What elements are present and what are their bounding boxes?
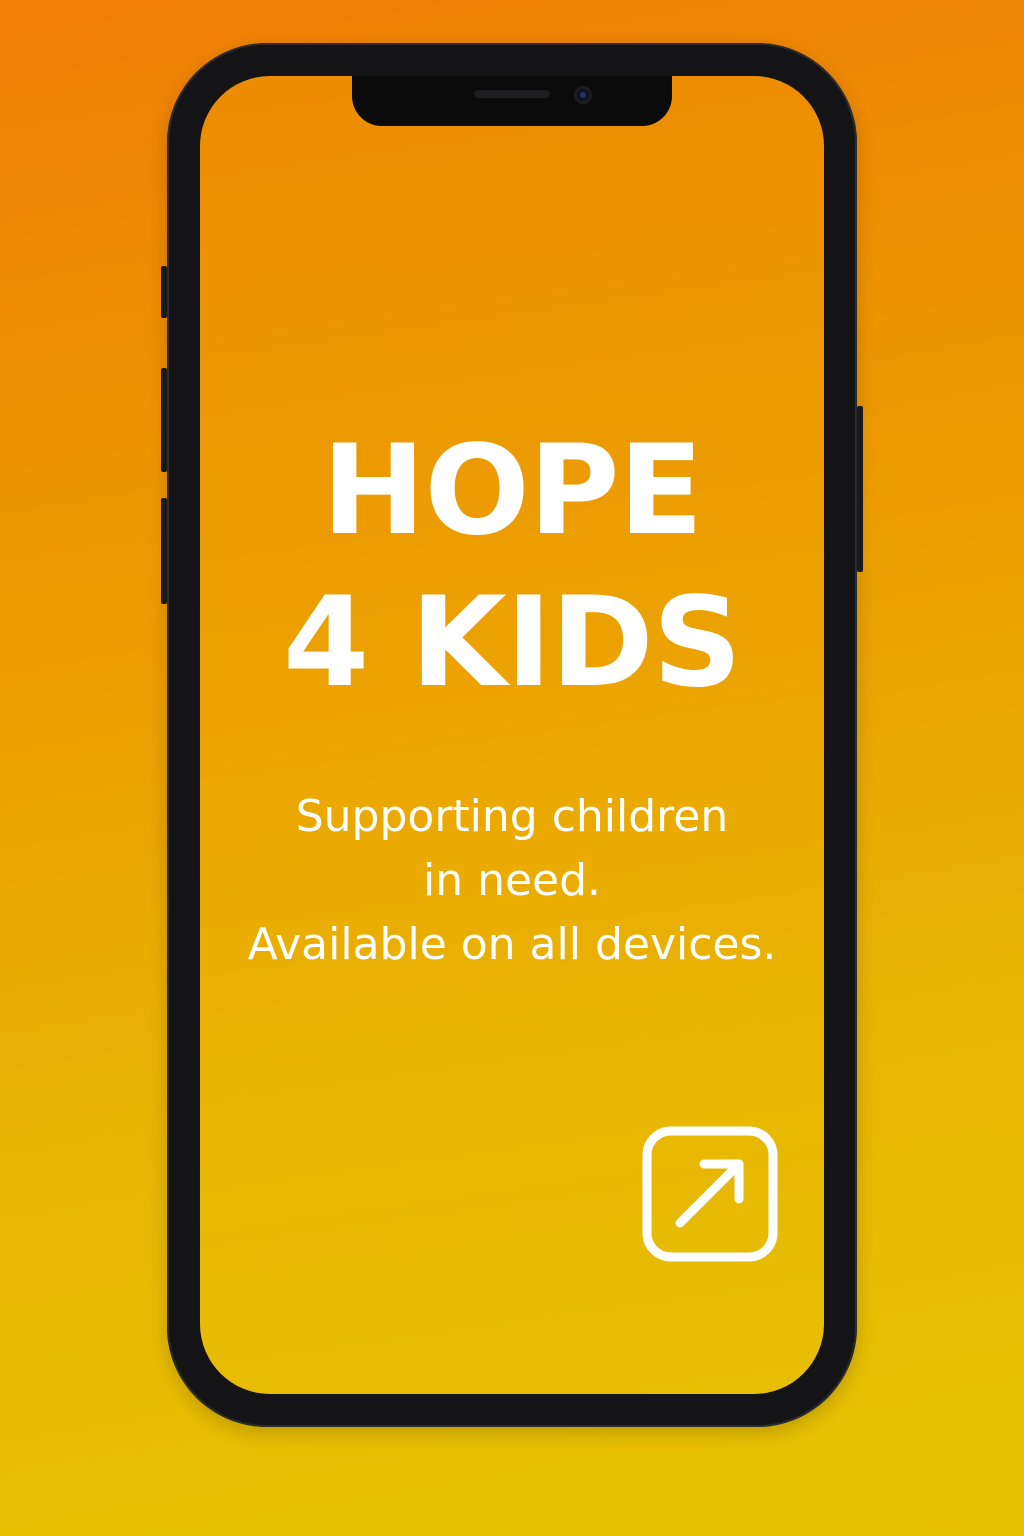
open-external-arrow-icon: [642, 1126, 778, 1262]
tagline-line-2: in need.: [422, 855, 602, 906]
app-title-line-2: 4 KIDS: [283, 571, 742, 715]
open-external-button[interactable]: [642, 1126, 778, 1262]
app-tagline: Supporting children in need. Available o…: [200, 785, 824, 977]
phone-notch: [352, 76, 672, 126]
tagline-line-3: Available on all devices.: [247, 919, 777, 970]
power-button: [857, 406, 863, 572]
earpiece-speaker: [474, 90, 550, 98]
app-title-line-1: HOPE: [321, 419, 704, 563]
front-camera-icon: [574, 86, 592, 104]
tagline-line-1: Supporting children: [295, 791, 729, 842]
app-title: HOPE 4 KIDS: [200, 415, 824, 719]
